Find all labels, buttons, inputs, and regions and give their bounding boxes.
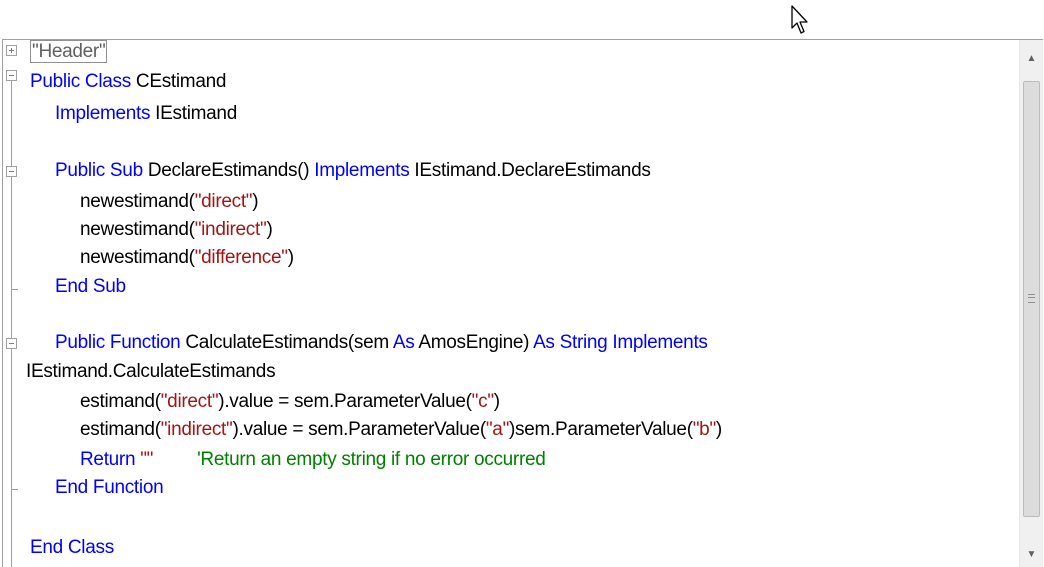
fold-end-tick	[11, 489, 18, 490]
code-line: End Class	[30, 536, 114, 560]
punctuation: )	[266, 219, 273, 240]
collapsed-region-header[interactable]: "Header"	[30, 40, 108, 63]
keyword: Return	[80, 449, 136, 470]
string-literal: "indirect"	[160, 419, 233, 440]
identifier: CalculateEstimands(sem	[180, 332, 393, 353]
identifier: ).value = sem.ParameterValue(	[232, 419, 486, 440]
code-line: Public Function CalculateEstimands(sem A…	[55, 331, 708, 355]
keyword: End Function	[55, 477, 164, 498]
keyword: End Sub	[55, 276, 126, 297]
code-line: Return "" 'Return an empty string if no e…	[80, 448, 546, 472]
code-line: newestimand("indirect")	[80, 218, 273, 242]
scroll-down-button[interactable]: ▼	[1020, 543, 1043, 567]
comment: 'Return an empty string if no error occu…	[197, 449, 546, 470]
keyword: As String Implements	[533, 332, 708, 353]
code-line: IEstimand.CalculateEstimands	[26, 360, 276, 384]
vertical-scrollbar[interactable]: ▲ ▼	[1019, 40, 1043, 567]
keyword: End Class	[30, 537, 114, 558]
code-line: "Header"	[28, 40, 108, 64]
string-literal: "direct"	[160, 391, 219, 412]
collapse-icon[interactable]	[6, 166, 17, 177]
code-line: Implements IEstimand	[55, 102, 237, 126]
code-line: newestimand("direct")	[80, 190, 259, 214]
code-line: Public Class CEstimand	[30, 70, 226, 94]
code-line: End Sub	[55, 275, 126, 299]
scrollbar-thumb[interactable]	[1023, 81, 1040, 517]
identifier: estimand(	[80, 419, 161, 440]
code-line: Public Sub DeclareEstimands() Implements…	[55, 159, 651, 183]
collapse-icon[interactable]	[6, 70, 17, 81]
string-literal: "direct"	[194, 191, 253, 212]
punctuation: )	[493, 391, 500, 412]
scroll-up-button[interactable]: ▲	[1020, 47, 1043, 71]
identifier: IEstimand.CalculateEstimands	[26, 361, 276, 382]
keyword: Public Sub	[55, 160, 143, 181]
identifier: CEstimand	[130, 71, 227, 92]
identifier: newestimand(	[80, 219, 195, 240]
keyword: Implements	[314, 160, 410, 181]
identifier: AmosEngine)	[414, 332, 534, 353]
code-line: estimand("indirect").value = sem.Paramet…	[80, 418, 722, 442]
identifier: IEstimand	[150, 103, 237, 124]
keyword: Public Class	[30, 71, 131, 92]
keyword: As	[392, 332, 415, 353]
grip-icon	[1028, 294, 1035, 303]
punctuation: )	[715, 419, 722, 440]
collapse-icon[interactable]	[6, 338, 17, 349]
punctuation: )	[287, 247, 294, 268]
identifier: IEstimand.DeclareEstimands	[409, 160, 651, 181]
string-literal: "indirect"	[194, 219, 267, 240]
identifier: estimand(	[80, 391, 161, 412]
mouse-pointer-icon	[791, 5, 808, 34]
string-literal: "difference"	[194, 247, 288, 268]
code-line: estimand("direct").value = sem.Parameter…	[80, 390, 500, 414]
code-line: newestimand("difference")	[80, 246, 294, 270]
code-line: End Function	[55, 476, 164, 500]
keyword: Public Function	[55, 332, 181, 353]
string-literal: ""	[135, 449, 154, 470]
string-literal: "a"	[485, 419, 510, 440]
identifier: ).value = sem.ParameterValue(	[218, 391, 472, 412]
punctuation: )	[252, 191, 259, 212]
code-editor[interactable]: "Header" Public Class CEstimand Implemen…	[2, 39, 1043, 567]
keyword: Implements	[55, 103, 151, 124]
identifier: newestimand(	[80, 247, 195, 268]
fold-end-tick	[11, 289, 18, 290]
chevron-down-icon: ▼	[1026, 549, 1037, 560]
fold-line	[11, 81, 12, 567]
chevron-up-icon: ▲	[1026, 53, 1037, 64]
identifier: )sem.ParameterValue(	[509, 419, 693, 440]
string-literal: "b"	[692, 419, 716, 440]
identifier: DeclareEstimands()	[142, 160, 315, 181]
identifier: newestimand(	[80, 191, 195, 212]
string-literal: "c"	[471, 391, 494, 412]
expand-icon[interactable]	[6, 45, 17, 56]
